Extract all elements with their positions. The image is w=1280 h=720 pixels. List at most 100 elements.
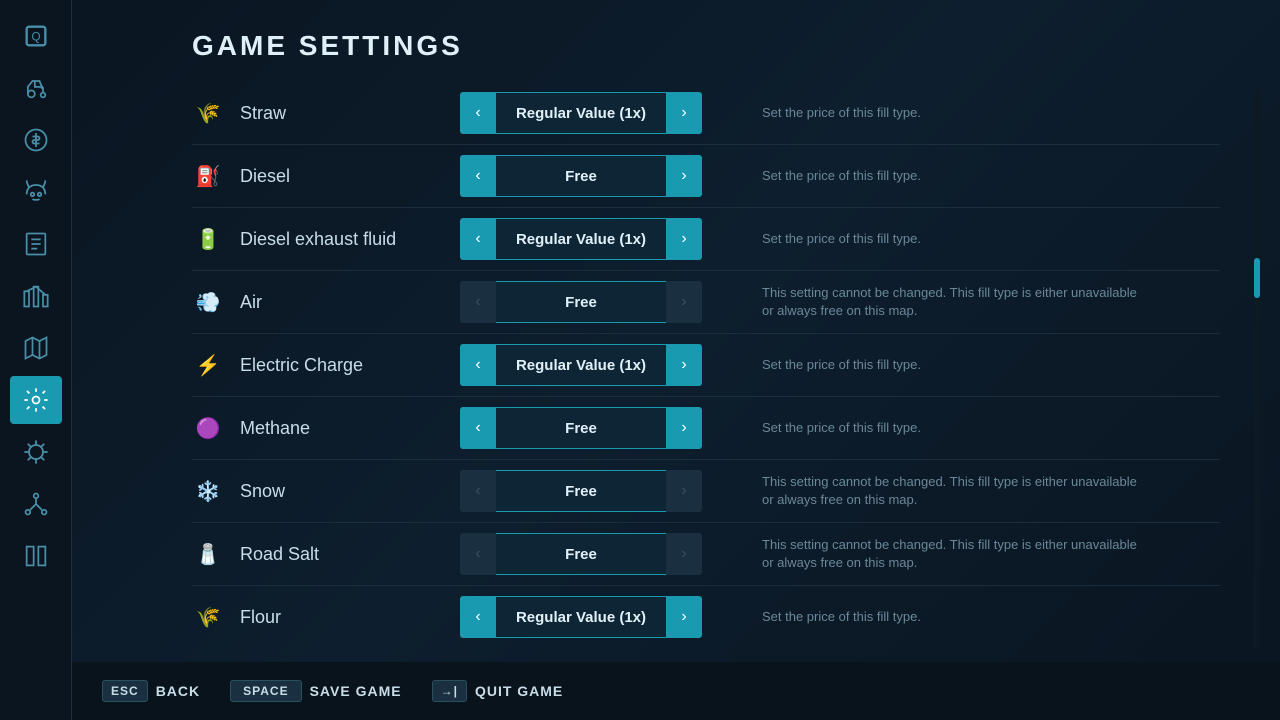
setting-row-air: 💨 Air ‹Free› This setting cannot be changed… <box>192 271 1220 334</box>
back-key: ESC <box>102 680 148 702</box>
snow-description: This setting cannot be changed. This fil… <box>762 473 1142 509</box>
setting-row-diesel: ⛽ Diesel ‹Free› Set the price of this fill … <box>192 145 1220 208</box>
flour-name: Flour <box>240 607 440 628</box>
flour-value: Regular Value (1x) <box>496 596 666 638</box>
straw-icon: 🌾 <box>192 97 224 129</box>
air-control[interactable]: ‹Free› <box>460 281 702 323</box>
back-button[interactable]: ESC BACK <box>102 680 200 702</box>
flour-control[interactable]: ‹Regular Value (1x)› <box>460 596 702 638</box>
scrollbar-thumb[interactable] <box>1254 258 1260 298</box>
flour-description: Set the price of this fill type. <box>762 608 921 626</box>
diesel-name: Diesel <box>240 166 440 187</box>
straw-name: Straw <box>240 103 440 124</box>
sidebar-item-economy[interactable] <box>10 116 62 164</box>
sidebar-item-gear[interactable] <box>10 428 62 476</box>
setting-row-diesel-exhaust: 🔋 Diesel exhaust fluid ‹Regular Value (1x)… <box>192 208 1220 271</box>
setting-row-methane: 🟣 Methane ‹Free› Set the price of this fill… <box>192 397 1220 460</box>
electric-charge-next-button[interactable]: › <box>666 344 702 386</box>
road-salt-name: Road Salt <box>240 544 440 565</box>
diesel-prev-button[interactable]: ‹ <box>460 155 496 197</box>
setting-row-snow: ❄️ Snow ‹Free› This setting cannot be chang… <box>192 460 1220 523</box>
bottom-bar: ESC BACK SPACE SAVE GAME →| QUIT GAME <box>72 662 1280 720</box>
setting-row-flour: 🌾 Flour ‹Regular Value (1x)› Set the price … <box>192 586 1220 642</box>
electric-charge-name: Electric Charge <box>240 355 440 376</box>
snow-prev-button: ‹ <box>460 470 496 512</box>
diesel-control[interactable]: ‹Free› <box>460 155 702 197</box>
electric-charge-prev-button[interactable]: ‹ <box>460 344 496 386</box>
road-salt-value: Free <box>496 533 666 575</box>
setting-row-electric-charge: ⚡ Electric Charge ‹Regular Value (1x)› Set … <box>192 334 1220 397</box>
methane-next-button[interactable]: › <box>666 407 702 449</box>
page-title: GAME SETTINGS <box>192 30 1240 62</box>
quit-button[interactable]: →| QUIT GAME <box>432 680 564 702</box>
road-salt-prev-button: ‹ <box>460 533 496 575</box>
diesel-exhaust-prev-button[interactable]: ‹ <box>460 218 496 260</box>
road-salt-icon: 🧂 <box>192 538 224 570</box>
diesel-next-button[interactable]: › <box>666 155 702 197</box>
quit-key: →| <box>432 680 467 702</box>
methane-value: Free <box>496 407 666 449</box>
scrollbar-track[interactable] <box>1254 90 1260 650</box>
snow-value: Free <box>496 470 666 512</box>
straw-value: Regular Value (1x) <box>496 92 666 134</box>
save-button[interactable]: SPACE SAVE GAME <box>230 680 401 702</box>
sidebar-item-q[interactable]: Q <box>10 12 62 60</box>
diesel-exhaust-control[interactable]: ‹Regular Value (1x)› <box>460 218 702 260</box>
snow-control[interactable]: ‹Free› <box>460 470 702 512</box>
straw-next-button[interactable]: › <box>666 92 702 134</box>
sidebar: Q <box>0 0 72 720</box>
diesel-exhaust-value: Regular Value (1x) <box>496 218 666 260</box>
electric-charge-description: Set the price of this fill type. <box>762 356 921 374</box>
diesel-exhaust-icon: 🔋 <box>192 223 224 255</box>
flour-next-button[interactable]: › <box>666 596 702 638</box>
sidebar-item-settings[interactable] <box>10 376 62 424</box>
quit-label: QUIT GAME <box>475 683 563 699</box>
sidebar-item-contracts[interactable] <box>10 220 62 268</box>
electric-charge-value: Regular Value (1x) <box>496 344 666 386</box>
methane-icon: 🟣 <box>192 412 224 444</box>
diesel-description: Set the price of this fill type. <box>762 167 921 185</box>
electric-charge-icon: ⚡ <box>192 349 224 381</box>
air-value: Free <box>496 281 666 323</box>
setting-row-straw: 🌾 Straw ‹Regular Value (1x)› Set the price … <box>192 82 1220 145</box>
snow-icon: ❄️ <box>192 475 224 507</box>
methane-control[interactable]: ‹Free› <box>460 407 702 449</box>
electric-charge-control[interactable]: ‹Regular Value (1x)› <box>460 344 702 386</box>
air-description: This setting cannot be changed. This fil… <box>762 284 1142 320</box>
setting-row-road-salt: 🧂 Road Salt ‹Free› This setting cannot be c… <box>192 523 1220 586</box>
flour-prev-button[interactable]: ‹ <box>460 596 496 638</box>
road-salt-next-button: › <box>666 533 702 575</box>
diesel-exhaust-name: Diesel exhaust fluid <box>240 229 440 250</box>
settings-list[interactable]: 🌾Straw‹Regular Value (1x)›Set the price … <box>192 82 1240 642</box>
back-label: BACK <box>156 683 200 699</box>
sidebar-item-production[interactable] <box>10 272 62 320</box>
straw-description: Set the price of this fill type. <box>762 104 921 122</box>
air-name: Air <box>240 292 440 313</box>
save-key: SPACE <box>230 680 301 702</box>
svg-text:Q: Q <box>31 31 40 44</box>
methane-prev-button[interactable]: ‹ <box>460 407 496 449</box>
air-prev-button: ‹ <box>460 281 496 323</box>
snow-name: Snow <box>240 481 440 502</box>
diesel-exhaust-description: Set the price of this fill type. <box>762 230 921 248</box>
straw-prev-button[interactable]: ‹ <box>460 92 496 134</box>
methane-description: Set the price of this fill type. <box>762 419 921 437</box>
air-icon: 💨 <box>192 286 224 318</box>
sidebar-item-map[interactable] <box>10 324 62 372</box>
sidebar-item-tractor[interactable] <box>10 64 62 112</box>
main-content: GAME SETTINGS 🌾Straw‹Regular Value (1x)›… <box>72 0 1280 660</box>
snow-next-button: › <box>666 470 702 512</box>
air-next-button: › <box>666 281 702 323</box>
straw-control[interactable]: ‹Regular Value (1x)› <box>460 92 702 134</box>
save-label: SAVE GAME <box>310 683 402 699</box>
flour-icon: 🌾 <box>192 601 224 633</box>
sidebar-item-network[interactable] <box>10 480 62 528</box>
sidebar-item-help[interactable] <box>10 532 62 580</box>
road-salt-control[interactable]: ‹Free› <box>460 533 702 575</box>
diesel-value: Free <box>496 155 666 197</box>
road-salt-description: This setting cannot be changed. This fil… <box>762 536 1142 572</box>
diesel-exhaust-next-button[interactable]: › <box>666 218 702 260</box>
methane-name: Methane <box>240 418 440 439</box>
sidebar-item-animals[interactable] <box>10 168 62 216</box>
diesel-icon: ⛽ <box>192 160 224 192</box>
